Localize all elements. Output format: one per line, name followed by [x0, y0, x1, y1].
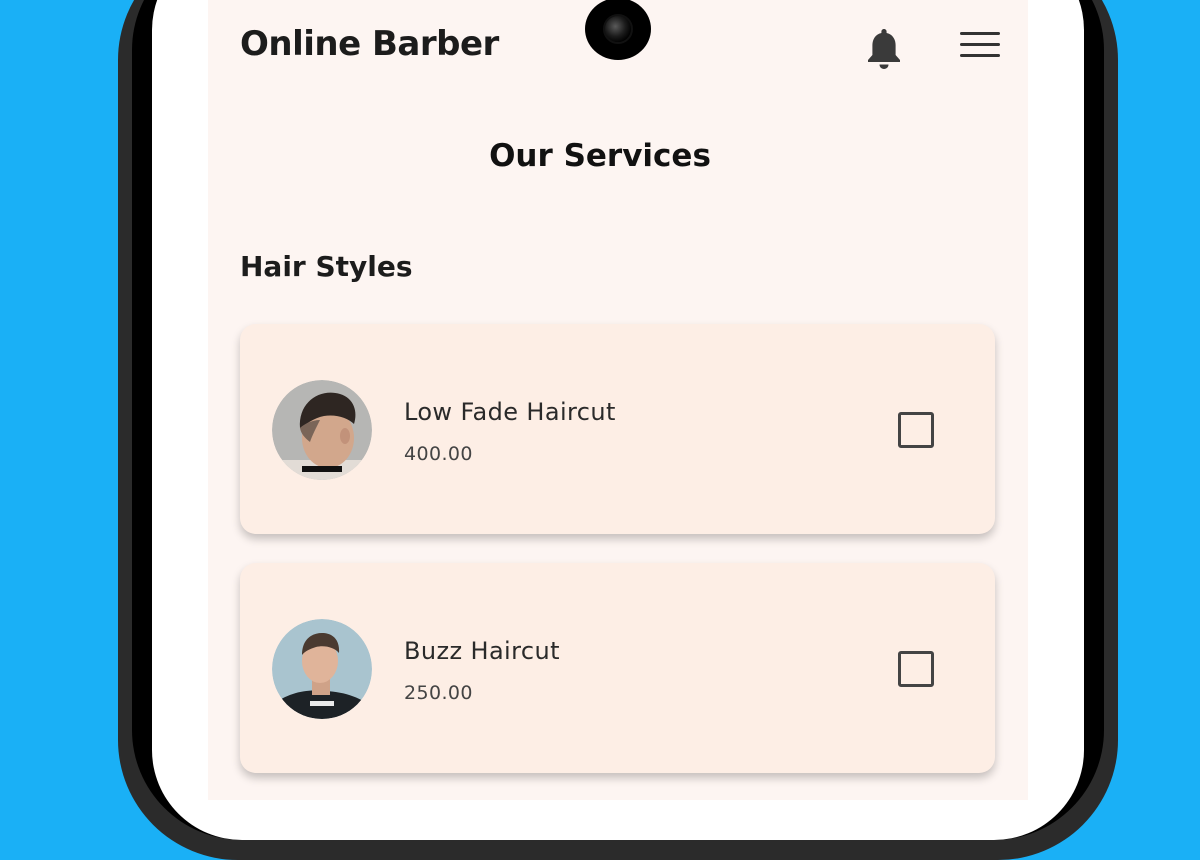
- menu-bar: [960, 43, 1000, 46]
- page-title: Our Services: [489, 138, 711, 174]
- service-checkbox[interactable]: [898, 651, 934, 687]
- service-price: 400.00: [404, 443, 473, 465]
- buzz-haircut-avatar: [272, 619, 372, 719]
- hamburger-menu-icon[interactable]: [960, 32, 1000, 62]
- menu-bar: [960, 32, 1000, 35]
- service-card[interactable]: Low Fade Haircut 400.00: [240, 324, 995, 534]
- service-price: 250.00: [404, 682, 473, 704]
- service-card[interactable]: Buzz Haircut 250.00: [240, 563, 995, 773]
- low-fade-haircut-avatar: [272, 380, 372, 480]
- menu-bar: [960, 54, 1000, 57]
- app-title: Online Barber: [240, 24, 499, 64]
- service-checkbox[interactable]: [898, 412, 934, 448]
- section-title: Hair Styles: [240, 250, 413, 283]
- front-camera: [585, 0, 651, 60]
- camera-lens: [603, 14, 633, 44]
- bell-icon[interactable]: [866, 26, 902, 70]
- service-name: Low Fade Haircut: [404, 398, 616, 426]
- service-name: Buzz Haircut: [404, 637, 560, 665]
